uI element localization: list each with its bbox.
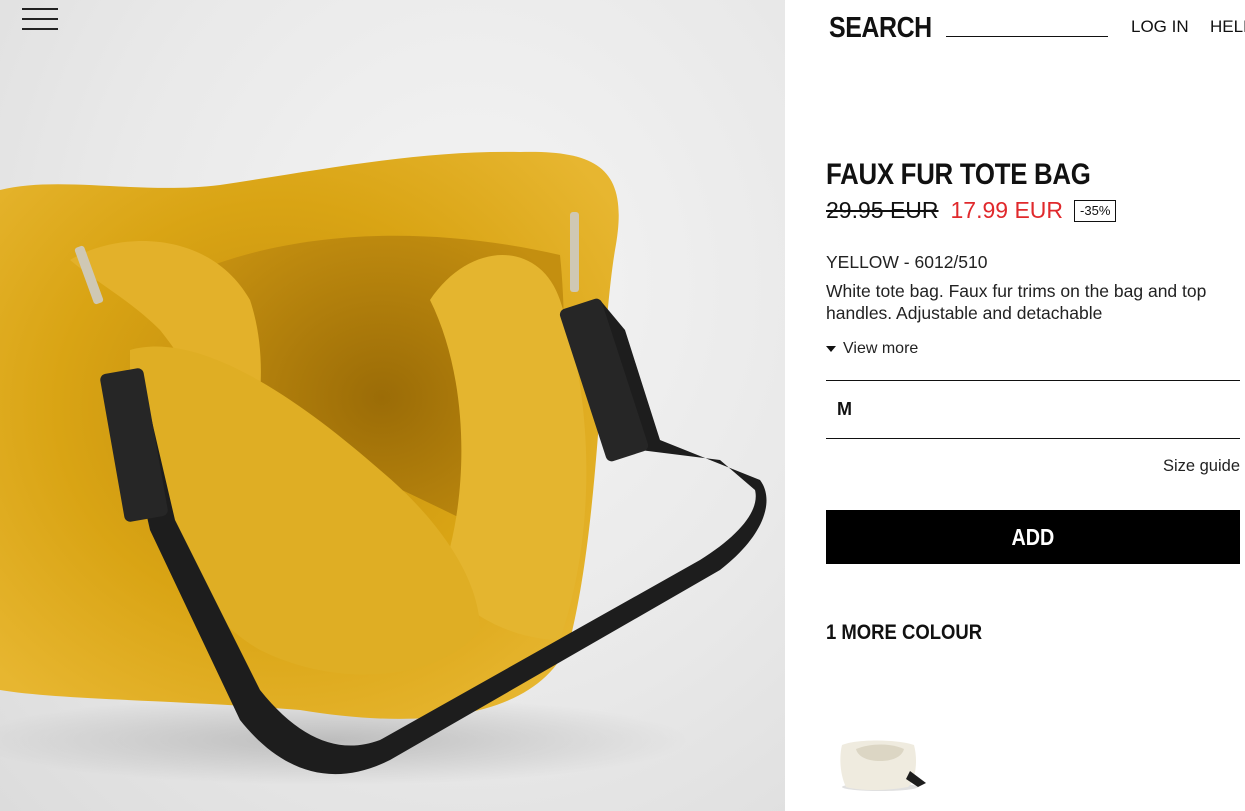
colour-swatch-white-bag[interactable] [836,735,930,793]
menu-icon-line [22,8,58,10]
size-selector[interactable]: M [826,380,1240,439]
size-guide-link[interactable]: Size guide [1163,457,1240,476]
discount-badge: -35% [1074,199,1117,222]
search-label[interactable]: SEARCH [829,12,932,45]
add-button-label: ADD [1011,523,1055,550]
help-link[interactable]: HELP [1210,17,1245,37]
product-image[interactable] [0,0,785,811]
price-row: 29.95 EUR 17.99 EUR -35% [826,197,1117,224]
white-bag-thumbnail-icon [840,740,926,791]
selected-size: M [837,399,852,419]
view-more-label: View more [843,340,919,357]
more-colours-heading: 1 MORE COLOUR [826,621,983,644]
login-link[interactable]: LOG IN [1131,17,1189,37]
colour-reference: YELLOW - 6012/510 [826,252,988,272]
add-to-bag-button[interactable]: ADD [826,510,1240,564]
caret-down-icon [826,346,836,352]
search-input[interactable] [946,12,1108,37]
product-title: FAUX FUR TOTE BAG [826,158,1091,191]
original-price: 29.95 EUR [826,197,939,223]
menu-icon[interactable] [22,8,58,30]
faux-fur-bag-illustration [0,151,767,785]
view-more-toggle[interactable]: View more [826,340,918,358]
menu-icon-line [22,28,58,30]
sale-price: 17.99 EUR [950,197,1064,223]
product-description: White tote bag. Faux fur trims on the ba… [826,281,1207,323]
menu-icon-line [22,18,58,20]
